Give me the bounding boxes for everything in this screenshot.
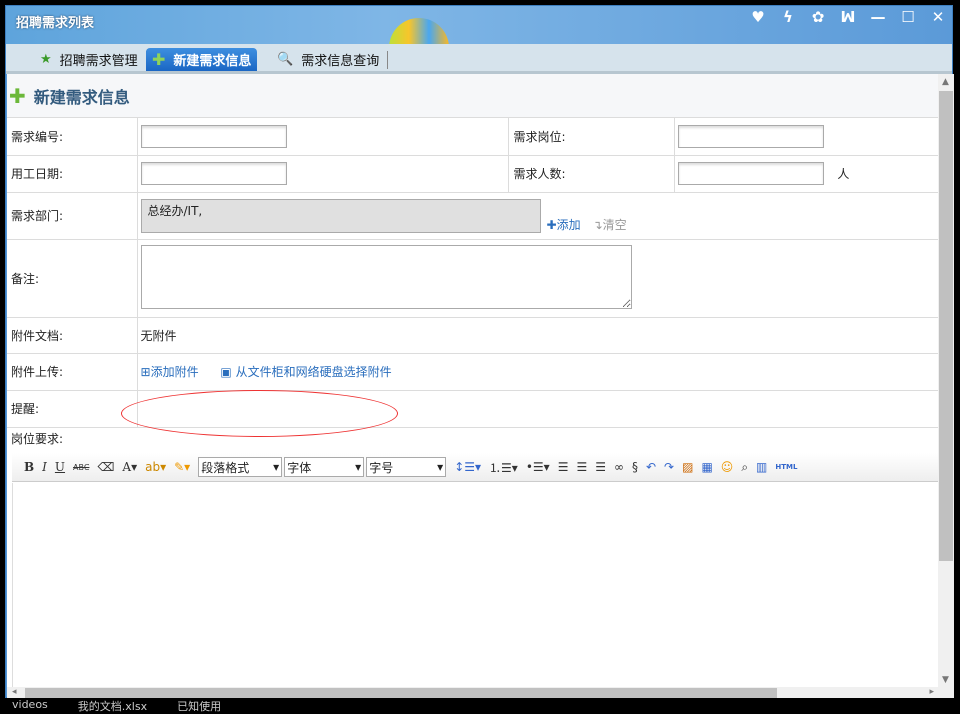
size-select[interactable]: 字号 ▾ xyxy=(366,457,447,477)
underline-button[interactable]: U xyxy=(55,460,65,474)
cabinet-attachment-label: 从文件柜和网络硬盘选择附件 xyxy=(235,365,392,379)
dept-textarea[interactable]: 总经办/IT, xyxy=(140,198,541,233)
add-file-icon: ⊞ xyxy=(140,365,151,379)
book-icon[interactable]: ꟽ xyxy=(840,8,856,26)
count-input[interactable] xyxy=(677,162,824,185)
highlight-icon[interactable]: ab▾ xyxy=(145,460,166,474)
position-input[interactable] xyxy=(677,124,824,148)
font-color-button[interactable]: A▾ xyxy=(122,460,137,474)
date-input[interactable] xyxy=(140,162,287,185)
req-no-input[interactable] xyxy=(140,124,287,148)
find-icon[interactable]: ⌕ xyxy=(741,460,748,475)
search-icon: 🔍 xyxy=(277,52,294,67)
html-source-button[interactable]: HTML xyxy=(775,463,797,471)
eraser-icon[interactable]: ⌫ xyxy=(97,460,114,474)
upload-label: 附件上传: xyxy=(7,353,138,391)
skin-icon[interactable]: ✿ xyxy=(810,8,826,26)
align-left-icon[interactable]: ☰ xyxy=(558,460,569,474)
tab-bar: ★ 招聘需求管理 ✚ 新建需求信息 🔍 需求信息查询 xyxy=(6,44,952,74)
add-attachment-label: 添加附件 xyxy=(150,365,199,379)
vertical-scroll-thumb[interactable] xyxy=(939,91,953,561)
app-window: 招聘需求列表 ♥ ϟ ✿ ꟽ — ☐ ✕ ★ 招聘需求管理 ✚ 新建需求信息 🔍 需求… xyxy=(5,5,954,698)
dept-label: 需求部门: xyxy=(7,192,138,240)
dept-add-link[interactable]: ✚添加 xyxy=(547,216,581,233)
strikethrough-button[interactable]: ABC xyxy=(73,463,89,472)
cabinet-attachment-link[interactable]: ▣ 从文件柜和网络硬盘选择附件 xyxy=(220,365,391,379)
desktop-label: videos xyxy=(12,698,48,711)
minimize-button[interactable]: — xyxy=(870,8,886,26)
ordered-list-icon[interactable]: ⒈☰▾ xyxy=(489,459,518,476)
font-value: 字体 xyxy=(287,460,312,475)
emoticon-icon[interactable]: ☺ xyxy=(721,460,734,474)
add-attachment-link[interactable]: ⊞添加附件 xyxy=(141,365,199,379)
plus-icon: ✚ xyxy=(9,83,26,108)
remind-label: 提醒: xyxy=(7,390,138,428)
align-center-icon[interactable]: ☰ xyxy=(576,460,587,474)
image-icon[interactable]: ▨ xyxy=(682,460,693,474)
desktop-label: 我的文档.xlsx xyxy=(77,700,148,713)
dept-clear-link[interactable]: ↴清空 xyxy=(593,216,627,233)
plus-icon: ✚ xyxy=(152,50,166,69)
date-label: 用工日期: xyxy=(7,155,138,193)
align-right-icon[interactable]: ☰ xyxy=(595,460,606,474)
unlink-icon[interactable]: § xyxy=(632,460,638,474)
dept-add-label: 添加 xyxy=(556,217,581,232)
bold-button[interactable]: B xyxy=(24,460,34,474)
count-label: 需求人数: xyxy=(508,155,675,193)
link-icon[interactable]: ∞ xyxy=(614,460,624,474)
horizontal-scroll-thumb[interactable] xyxy=(25,688,777,698)
undo-icon[interactable]: ↶ xyxy=(646,460,656,474)
tab-label: 需求信息查询 xyxy=(301,54,380,69)
maximize-button[interactable]: ☐ xyxy=(900,8,916,26)
font-select[interactable]: 字体 ▾ xyxy=(284,457,365,477)
table-icon[interactable]: ▦ xyxy=(701,460,712,474)
tab-label: 新建需求信息 xyxy=(173,54,252,69)
unordered-list-icon[interactable]: •☰▾ xyxy=(526,460,550,474)
remark-textarea[interactable] xyxy=(140,244,632,309)
size-value: 字号 xyxy=(369,460,394,475)
docs-label: 附件文档: xyxy=(7,317,138,354)
paragraph-select[interactable]: 段落格式 ▾ xyxy=(198,457,283,477)
editor-toolbar: B I U ABC ⌫ A▾ ab▾ ✎▾ 段落格式 ▾ 字体 ▾ 字号 ▾ ↕☰▾ … xyxy=(12,453,938,482)
star-icon: ★ xyxy=(40,52,52,67)
font-color-label: A xyxy=(122,460,132,474)
line-height-icon[interactable]: ↕☰▾ xyxy=(454,460,481,474)
remark-label: 备注: xyxy=(7,239,138,318)
background-desktop-labels: videos 我的文档.xlsx 已知使用 xyxy=(12,698,221,714)
cabinet-icon: ▣ xyxy=(220,365,232,379)
form-content: ✚ 新建需求信息 需求编号: 需求岗位: 用工日期: 需求人数: 人 需求部门: … xyxy=(7,74,938,687)
tab-label: 招聘需求管理 xyxy=(59,54,138,69)
tab-query[interactable]: 🔍 需求信息查询 xyxy=(271,48,394,71)
tab-recruit-manage[interactable]: ★ 招聘需求管理 xyxy=(34,48,153,71)
magic-wand-icon[interactable]: ✎▾ xyxy=(174,460,190,474)
close-button[interactable]: ✕ xyxy=(930,8,946,26)
dept-clear-label: 清空 xyxy=(602,217,627,232)
paragraph-value: 段落格式 xyxy=(201,460,250,475)
window-title: 招聘需求列表 xyxy=(16,16,95,31)
desktop-label: 已知使用 xyxy=(177,700,222,713)
docs-value: 无附件 xyxy=(137,317,938,354)
template-icon[interactable]: ▥ xyxy=(756,460,767,474)
italic-button[interactable]: I xyxy=(42,460,47,474)
annotation-ellipse xyxy=(121,390,398,437)
tab-new-request[interactable]: ✚ 新建需求信息 xyxy=(146,48,258,71)
horizontal-scrollbar[interactable]: ◂ ▸ xyxy=(7,687,954,698)
page-title: 新建需求信息 xyxy=(33,87,130,107)
count-unit: 人 xyxy=(837,167,850,181)
req-no-label: 需求编号: xyxy=(7,118,138,156)
vertical-scrollbar[interactable]: ▲ ▼ xyxy=(938,74,954,687)
requirements-label: 岗位要求: xyxy=(11,431,64,446)
redo-icon[interactable]: ↷ xyxy=(664,460,674,474)
title-bar: 招聘需求列表 ♥ ϟ ✿ ꟽ — ☐ ✕ xyxy=(6,6,952,48)
editor-body[interactable] xyxy=(12,483,938,687)
position-label: 需求岗位: xyxy=(508,118,675,156)
lightning-icon[interactable]: ϟ xyxy=(780,8,796,26)
favorite-icon[interactable]: ♥ xyxy=(750,8,766,26)
